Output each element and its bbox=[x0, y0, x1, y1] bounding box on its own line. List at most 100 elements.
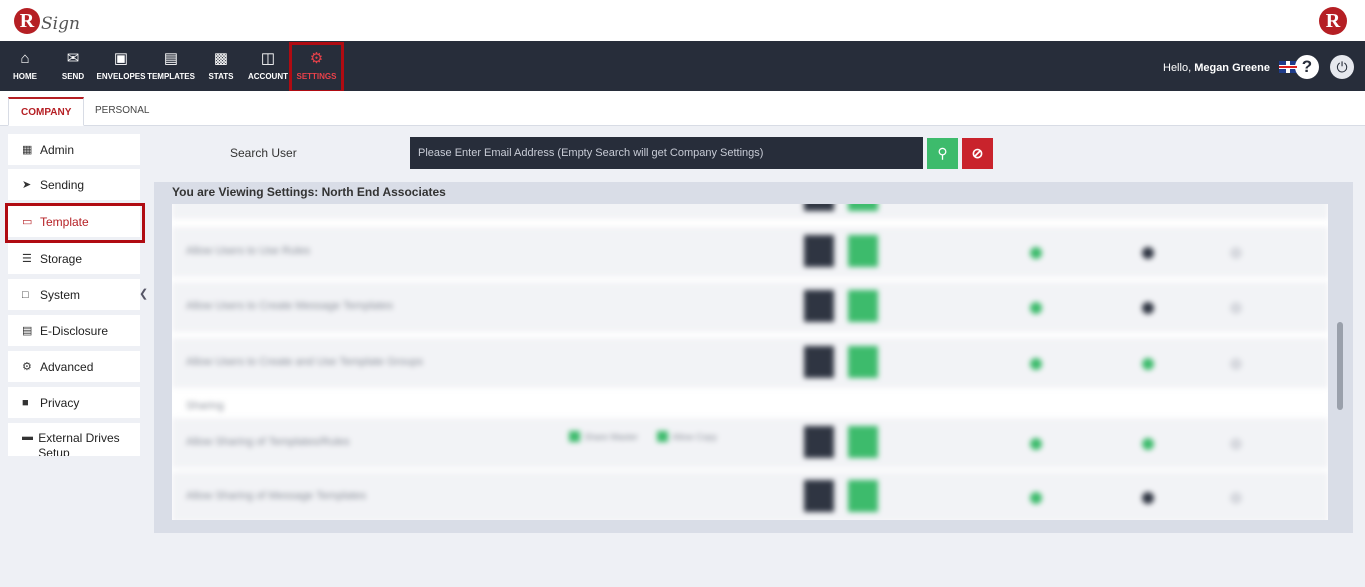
sidebar-item-system[interactable]: □ System bbox=[8, 279, 140, 310]
radio-option[interactable] bbox=[1230, 492, 1242, 504]
setting-label: Allow Users to Create and Use Template G… bbox=[186, 356, 424, 368]
setting-label: Allow Sharing of Message Templates bbox=[186, 490, 367, 502]
sidebar-item-label: Advanced bbox=[40, 359, 94, 374]
radio-option[interactable] bbox=[1030, 492, 1042, 504]
option-toggle-dark[interactable] bbox=[804, 235, 834, 267]
sidebar-item-label: System bbox=[40, 287, 81, 302]
template-highlight-box bbox=[5, 203, 145, 243]
home-icon: ⌂ bbox=[20, 50, 30, 67]
briefcase-icon: ▩ bbox=[213, 50, 229, 67]
nav-templates[interactable]: ▤ TEMPLATES bbox=[146, 41, 196, 91]
sidebar-item-admin[interactable]: ▦ Admin bbox=[8, 134, 140, 165]
search-user-label: Search User bbox=[230, 146, 297, 160]
sidebar-item-sending[interactable]: ➤ Sending bbox=[8, 169, 140, 200]
checkbox-allow-copy[interactable]: Allow Copy bbox=[657, 431, 717, 442]
user-name[interactable]: Megan Greene bbox=[1194, 62, 1270, 74]
uk-flag-icon[interactable] bbox=[1279, 61, 1297, 73]
nav-home[interactable]: ⌂ HOME bbox=[9, 41, 41, 91]
radio-option[interactable] bbox=[1030, 438, 1042, 450]
monitor-icon: □ bbox=[22, 288, 29, 301]
radio-option[interactable] bbox=[1142, 438, 1154, 450]
radio-option[interactable] bbox=[1142, 358, 1154, 370]
radio-option[interactable] bbox=[1230, 438, 1242, 450]
blurred-settings-content: Allow Users to Use Rules Allow Users to … bbox=[172, 204, 1328, 520]
table-row: Allow Users to Use Rules bbox=[172, 227, 1328, 277]
sidebar-item-storage[interactable]: ☰ Storage bbox=[8, 243, 140, 274]
nav-send[interactable]: ✉ SEND bbox=[57, 41, 89, 91]
search-button[interactable]: ⚲ bbox=[927, 138, 958, 169]
radio-option[interactable] bbox=[1142, 247, 1154, 259]
sidebar-item-external-drives[interactable]: ▬ External Drives Setup bbox=[8, 423, 140, 456]
section-heading: Sharing bbox=[186, 400, 224, 412]
admin-icon: ▦ bbox=[22, 144, 33, 156]
table-row bbox=[172, 204, 1328, 219]
option-toggle-dark[interactable] bbox=[804, 426, 834, 458]
checkbox-icon bbox=[657, 431, 668, 442]
radio-option[interactable] bbox=[1142, 302, 1154, 314]
logo-text: Sign bbox=[41, 14, 80, 34]
nav-account-label: ACCOUNT bbox=[248, 72, 288, 81]
top-header: R Sign R bbox=[0, 0, 1365, 41]
sidebar-item-label: Privacy bbox=[40, 395, 80, 410]
table-row: Allow Sharing of Message Templates bbox=[172, 472, 1328, 520]
radio-option[interactable] bbox=[1030, 302, 1042, 314]
checkbox-label: Share Master bbox=[584, 431, 639, 442]
radio-option[interactable] bbox=[1142, 492, 1154, 504]
drive-icon: ▬ bbox=[22, 431, 33, 443]
nav-stats[interactable]: ▩ STATS bbox=[205, 41, 237, 91]
clear-search-button[interactable]: ⊘ bbox=[962, 138, 993, 169]
help-icon[interactable]: ? bbox=[1295, 55, 1319, 79]
power-icon[interactable]: ⏻ bbox=[1330, 55, 1354, 79]
server-icon: ☰ bbox=[22, 253, 32, 265]
account-icon: ◫ bbox=[260, 50, 276, 67]
option-toggle-green[interactable] bbox=[848, 480, 878, 512]
settings-panel: You are Viewing Settings: North End Asso… bbox=[154, 182, 1353, 533]
rpost-brand-icon: R bbox=[1319, 7, 1347, 35]
settings-tabs: COMPANY PERSONAL bbox=[0, 91, 1365, 126]
option-toggle-green[interactable] bbox=[848, 346, 878, 378]
sidebar-item-label: Admin bbox=[40, 142, 75, 157]
checkbox-share-master[interactable]: Share Master bbox=[569, 431, 638, 442]
nav-account[interactable]: ◫ ACCOUNT bbox=[247, 41, 289, 91]
greeting-text: Hello, bbox=[1163, 62, 1192, 74]
option-toggle-green[interactable] bbox=[848, 426, 878, 458]
sidebar-item-label: External Drives Setup bbox=[38, 431, 120, 456]
option-toggle-dark[interactable] bbox=[804, 204, 834, 211]
sidebar-item-label: Storage bbox=[40, 251, 83, 266]
vertical-scrollbar[interactable] bbox=[1337, 322, 1343, 410]
tab-personal[interactable]: PERSONAL bbox=[83, 97, 161, 126]
lock-icon: ■ bbox=[22, 396, 29, 409]
envelope-icon: ✉ bbox=[66, 50, 80, 67]
radio-option[interactable] bbox=[1030, 247, 1042, 259]
checkbox-label: Allow Copy bbox=[672, 431, 718, 442]
setting-label: Allow Users to Use Rules bbox=[186, 245, 311, 257]
radio-option[interactable] bbox=[1230, 302, 1242, 314]
rsign-logo[interactable]: R Sign bbox=[14, 5, 80, 37]
sidebar-item-label: E-Disclosure bbox=[40, 323, 109, 338]
table-row: Allow Users to Create Message Templates bbox=[172, 282, 1328, 332]
radio-option[interactable] bbox=[1230, 358, 1242, 370]
tab-company[interactable]: COMPANY bbox=[8, 97, 85, 126]
radio-option[interactable] bbox=[1230, 247, 1242, 259]
option-toggle-green[interactable] bbox=[848, 204, 878, 211]
cogs-icon: ⚙ bbox=[22, 361, 32, 373]
option-toggle-dark[interactable] bbox=[804, 290, 834, 322]
sidebar-item-label: Sending bbox=[40, 177, 85, 192]
radio-option[interactable] bbox=[1030, 358, 1042, 370]
chevron-left-icon[interactable]: ❮ bbox=[139, 287, 148, 300]
nav-stats-label: STATS bbox=[208, 72, 234, 81]
sidebar-item-privacy[interactable]: ■ Privacy bbox=[8, 387, 140, 418]
option-toggle-dark[interactable] bbox=[804, 346, 834, 378]
document-icon: ▤ bbox=[163, 50, 179, 67]
search-email-input[interactable] bbox=[410, 137, 923, 169]
checkbox-icon bbox=[569, 431, 580, 442]
inbox-icon: ▣ bbox=[113, 50, 129, 67]
sidebar-item-edisclosure[interactable]: ▤ E-Disclosure bbox=[8, 315, 140, 346]
option-toggle-dark[interactable] bbox=[804, 480, 834, 512]
nav-envelopes[interactable]: ▣ ENVELOPES bbox=[96, 41, 146, 91]
sidebar-item-advanced[interactable]: ⚙ Advanced bbox=[8, 351, 140, 382]
option-toggle-green[interactable] bbox=[848, 235, 878, 267]
option-toggle-green[interactable] bbox=[848, 290, 878, 322]
paper-plane-icon: ➤ bbox=[22, 179, 32, 191]
nav-send-label: SEND bbox=[61, 72, 85, 81]
